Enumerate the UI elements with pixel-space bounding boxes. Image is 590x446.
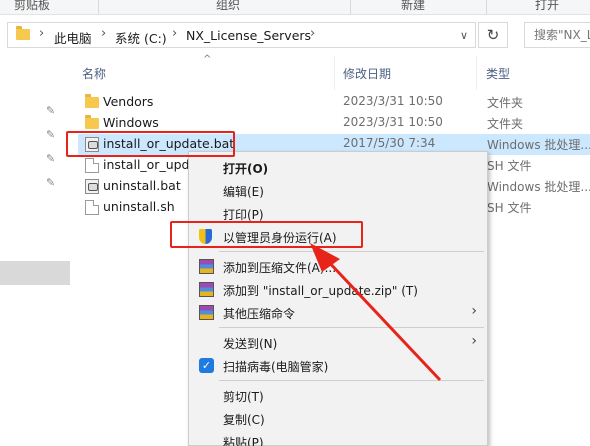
menu-item-cut[interactable]: 剪切(T) — [189, 384, 487, 407]
menu-item-label: 剪切(T) — [223, 390, 264, 404]
file-type: 文件夹 — [487, 96, 524, 110]
menu-item-label: 添加到压缩文件(A)... — [223, 261, 337, 275]
shell-file-icon — [85, 200, 99, 215]
ribbon-divider — [98, 0, 99, 14]
file-type: 文件夹 — [487, 117, 524, 131]
menu-item-add-to-zip[interactable]: 添加到 "install_or_update.zip" (T) — [189, 278, 487, 301]
file-name: uninstall.sh — [103, 199, 175, 214]
ribbon-label-open: 打开 — [535, 0, 560, 12]
folder-icon — [85, 94, 99, 108]
breadcrumb-chevron-icon[interactable]: › — [39, 26, 44, 41]
ribbon-label-new: 新建 — [401, 0, 426, 12]
file-type: Windows 批处理... — [487, 138, 590, 152]
menu-item-label: 添加到 "install_or_update.zip" (T) — [223, 284, 418, 298]
menu-item-label: 粘贴(P) — [223, 436, 264, 446]
ribbon-group-labels: 剪贴板 组织 新建 打开 — [0, 0, 590, 15]
menu-item-label: 发送到(N) — [223, 337, 278, 351]
pin-icon: ✎ — [46, 128, 56, 141]
pin-icon: ✎ — [46, 104, 56, 117]
breadcrumb-this-pc[interactable]: 此电脑 — [54, 28, 92, 47]
file-date: 2017/5/30 7:34 — [343, 136, 436, 150]
column-divider[interactable] — [476, 56, 477, 90]
ribbon-label-organize: 组织 — [216, 0, 241, 12]
menu-separator — [219, 251, 484, 252]
column-header-row: ^ 名称 修改日期 类型 — [70, 54, 590, 90]
menu-item-copy[interactable]: 复制(C) — [189, 407, 487, 430]
annotation-highlight-run-as-admin — [170, 221, 363, 248]
breadcrumb-chevron-icon[interactable]: › — [172, 26, 177, 41]
menu-item-label: 复制(C) — [223, 413, 265, 427]
file-name: Vendors — [103, 94, 154, 109]
menu-item-scan-virus[interactable]: ✓ 扫描病毒(电脑管家) — [189, 354, 487, 377]
folder-icon — [16, 26, 30, 40]
column-header-name[interactable]: 名称 — [82, 65, 106, 82]
breadcrumb-chevron-icon[interactable]: › — [310, 26, 315, 41]
pc-manager-shield-icon: ✓ — [199, 358, 214, 373]
menu-item-add-to-archive[interactable]: 添加到压缩文件(A)... — [189, 255, 487, 278]
menu-item-other-compress[interactable]: 其他压缩命令 › — [189, 301, 487, 324]
search-input[interactable]: 搜索"NX_Li — [524, 22, 590, 48]
archive-icon — [199, 305, 214, 320]
file-name: install_or_upda — [103, 157, 198, 172]
menu-item-label: 编辑(E) — [223, 185, 264, 199]
ribbon-divider — [350, 0, 351, 14]
submenu-arrow-icon: › — [471, 303, 477, 319]
file-date: 2023/3/31 10:50 — [343, 94, 443, 108]
pin-icon: ✎ — [46, 152, 56, 165]
file-type: SH 文件 — [487, 159, 532, 173]
address-row: › 此电脑 › 系统 (C:) › NX_License_Servers › ∨… — [0, 16, 590, 56]
menu-item-paste[interactable]: 粘贴(P) — [189, 430, 487, 446]
file-name: uninstall.bat — [103, 178, 181, 193]
folder-icon — [85, 115, 99, 129]
column-divider[interactable] — [334, 56, 335, 90]
ribbon-label-clipboard: 剪贴板 — [14, 0, 51, 12]
file-date: 2023/3/31 10:50 — [343, 115, 443, 129]
menu-item-label: 打开(O) — [223, 162, 269, 176]
column-header-type[interactable]: 类型 — [486, 65, 510, 82]
batch-file-icon — [85, 179, 99, 194]
menu-item-edit[interactable]: 编辑(E) — [189, 179, 487, 202]
breadcrumb-current-folder[interactable]: NX_License_Servers — [186, 28, 311, 43]
ribbon-divider — [486, 0, 487, 14]
file-type: Windows 批处理... — [487, 180, 590, 194]
file-type: SH 文件 — [487, 201, 532, 215]
refresh-button[interactable]: ↻ — [478, 22, 508, 48]
breadcrumb-chevron-icon[interactable]: › — [101, 26, 106, 41]
column-header-date[interactable]: 修改日期 — [343, 65, 391, 82]
menu-separator — [219, 327, 484, 328]
address-dropdown-icon[interactable]: ∨ — [460, 29, 468, 42]
submenu-arrow-icon: › — [471, 333, 477, 349]
menu-item-open[interactable]: 打开(O) — [189, 156, 487, 179]
file-name: Windows — [103, 115, 159, 130]
file-row[interactable]: Vendors 2023/3/31 10:50 文件夹 — [78, 92, 590, 113]
annotation-highlight-file — [66, 131, 235, 157]
archive-icon — [199, 282, 214, 297]
archive-icon — [199, 259, 214, 274]
context-menu: 打开(O) 编辑(E) 打印(P) 以管理员身份运行(A) 添加到压缩文件(A)… — [188, 151, 488, 446]
menu-item-label: 扫描病毒(电脑管家) — [223, 360, 329, 374]
nav-item-selected[interactable] — [0, 261, 70, 285]
address-bar[interactable]: › 此电脑 › 系统 (C:) › NX_License_Servers › ∨ — [7, 22, 476, 48]
shell-file-icon — [85, 158, 99, 173]
pin-icon: ✎ — [46, 176, 56, 189]
breadcrumb-system-drive[interactable]: 系统 (C:) — [115, 28, 167, 47]
menu-separator — [219, 380, 484, 381]
menu-item-label: 其他压缩命令 — [223, 307, 296, 321]
navigation-pane: ✎ ✎ ✎ ✎ — [0, 56, 70, 446]
sort-arrow-icon: ^ — [203, 54, 212, 65]
menu-item-send-to[interactable]: 发送到(N) › — [189, 331, 487, 354]
